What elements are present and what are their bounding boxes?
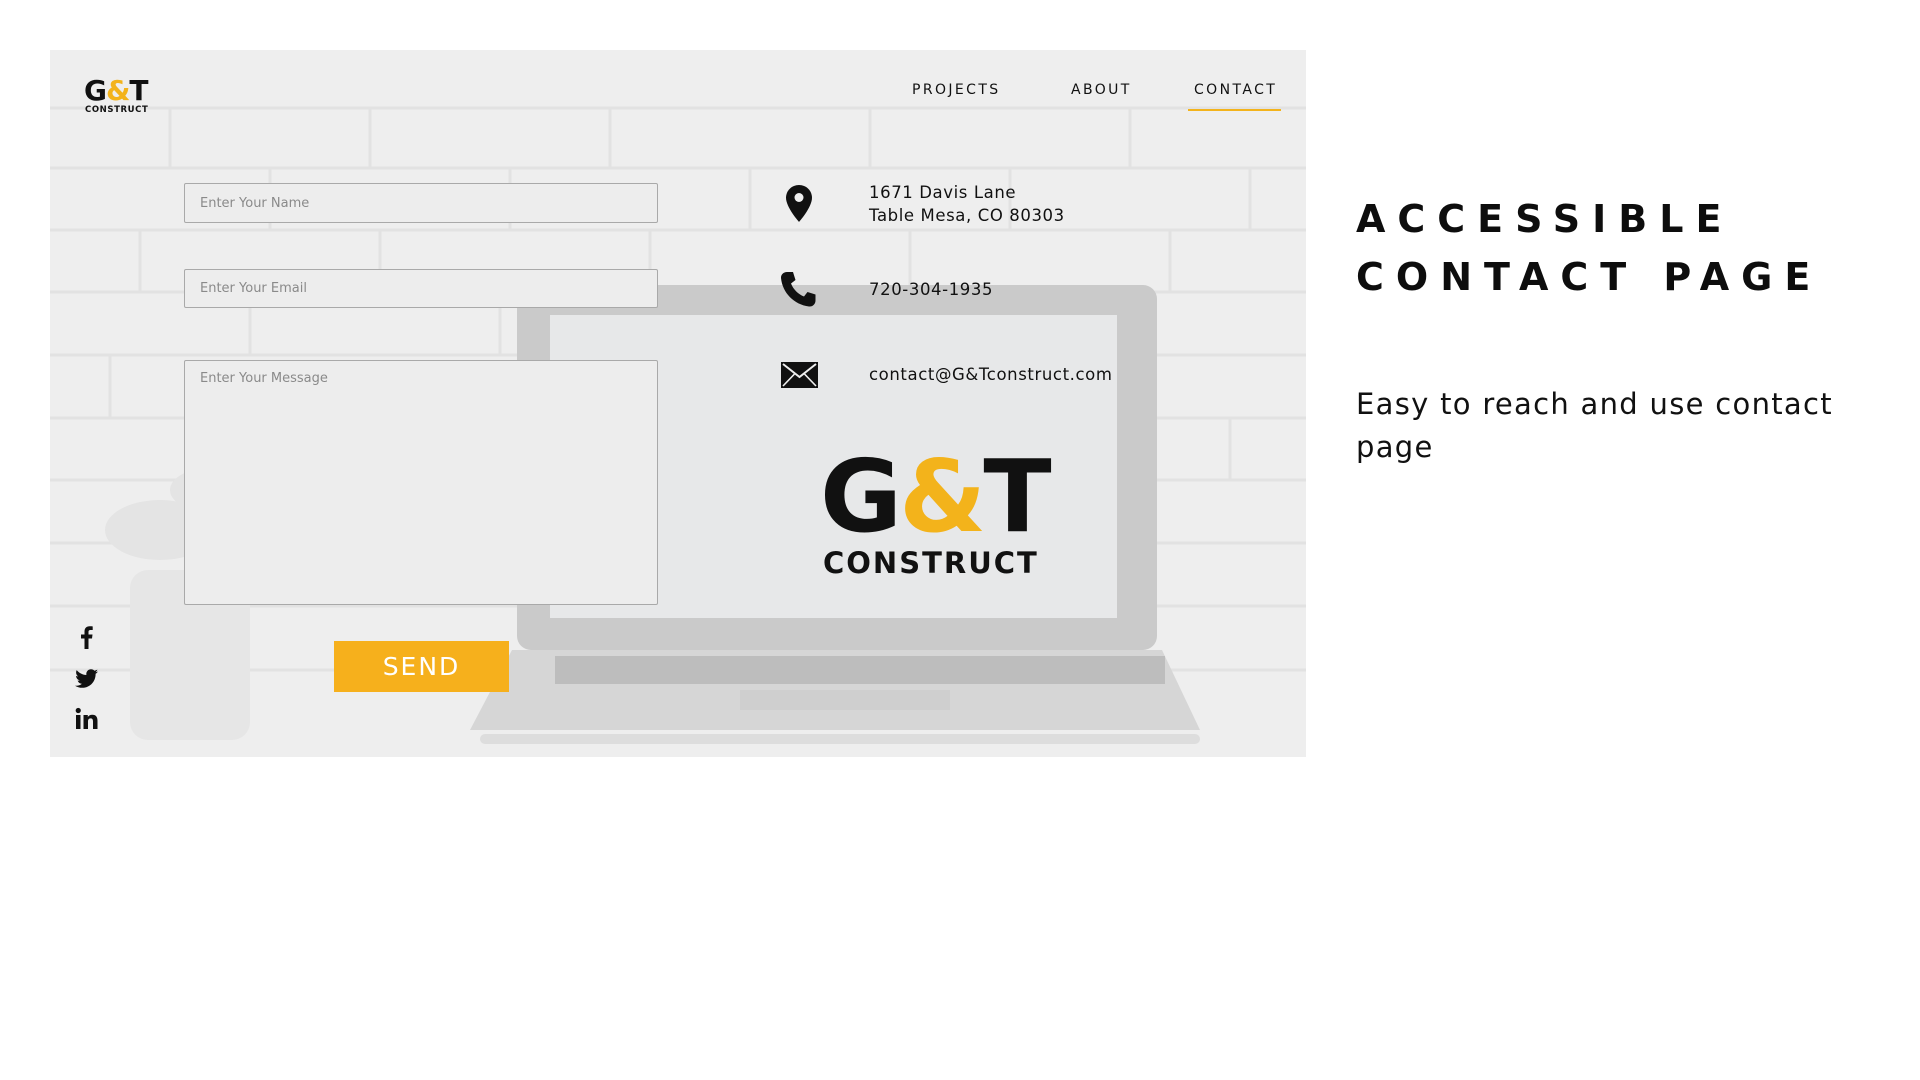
- logo-letter-g: G: [84, 74, 107, 107]
- page-description: Easy to reach and use contact page: [1356, 387, 1833, 464]
- phone-number[interactable]: 720-304-1935: [869, 278, 993, 301]
- location-pin-icon: [786, 185, 812, 222]
- address-line-1: 1671 Davis Lane: [869, 183, 1017, 202]
- big-logo-ampersand: &: [899, 438, 986, 555]
- send-button[interactable]: SEND: [334, 641, 509, 692]
- nav-projects[interactable]: PROJECTS: [912, 82, 1001, 98]
- logo-ampersand: &: [105, 74, 130, 107]
- twitter-icon[interactable]: [73, 664, 101, 692]
- big-logo-tagline: CONSTRUCT: [823, 546, 1039, 580]
- facebook-icon[interactable]: [73, 623, 101, 651]
- address-line-2: Table Mesa, CO 80303: [869, 206, 1065, 225]
- big-logo-letter-t: T: [983, 438, 1051, 555]
- website-mockup: G&T CONSTRUCT PROJECTS ABOUT CONTACT SEN…: [50, 50, 1306, 757]
- nav-contact[interactable]: CONTACT: [1187, 82, 1282, 111]
- big-logo-letter-g: G: [820, 438, 902, 555]
- email-field[interactable]: [184, 269, 658, 308]
- nav-about[interactable]: ABOUT: [1071, 82, 1132, 98]
- laptop-screen-logo: G&T CONSTRUCT: [820, 442, 1075, 588]
- logo-letter-t: T: [129, 74, 148, 107]
- heading-line-1: ACCESSIBLE: [1356, 197, 1734, 241]
- email-link[interactable]: contact@G&Tconstruct.com: [869, 363, 1113, 386]
- envelope-icon: [781, 362, 818, 388]
- page-heading: ACCESSIBLE CONTACT PAGE: [1356, 190, 1822, 306]
- message-field[interactable]: [184, 360, 658, 605]
- linkedin-icon[interactable]: [73, 705, 101, 733]
- name-field[interactable]: [184, 183, 658, 223]
- phone-icon: [780, 272, 816, 307]
- logo-tagline: CONSTRUCT: [85, 105, 149, 115]
- heading-line-2: CONTACT PAGE: [1356, 255, 1823, 299]
- logo[interactable]: G&T CONSTRUCT: [84, 76, 158, 116]
